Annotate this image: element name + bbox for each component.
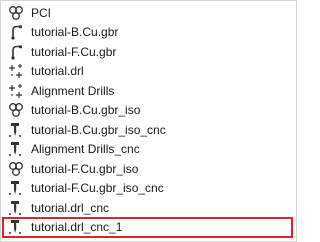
geometry-icon [8,5,24,21]
list-item[interactable]: Alignment Drills [1,81,296,101]
excellon-icon [8,83,24,99]
list-item-label: tutorial-F.Cu.gbr [31,44,117,59]
list-item[interactable]: tutorial.drl [1,62,296,82]
list-item-selected[interactable]: tutorial.drl_cnc_1 [2,216,293,238]
geometry-icon [8,161,24,177]
list-item[interactable]: tutorial.drl_cnc [1,198,296,218]
list-item[interactable]: Alignment Drills_cnc [1,140,296,160]
list-item[interactable]: tutorial-B.Cu.gbr [1,23,296,43]
list-item-label: tutorial.drl_cnc_1 [31,220,123,235]
cnc-icon [8,200,24,216]
project-tree-panel: PCI tutorial-B.Cu.gbr tutorial-F.Cu.gbr … [0,0,297,242]
list-item-label: tutorial.drl [31,64,84,79]
cnc-icon [8,180,24,196]
list-item-label: PCI [31,5,52,20]
list-item[interactable]: tutorial-B.Cu.gbr_iso [1,101,296,121]
list-item-label: tutorial-F.Cu.gbr_iso_cnc [31,181,164,196]
list-item[interactable]: PCI [1,3,296,23]
list-item-label: tutorial-F.Cu.gbr_iso [31,161,139,176]
gerber-icon [8,24,24,40]
list-item[interactable]: tutorial-F.Cu.gbr [1,42,296,62]
list-item-label: tutorial-B.Cu.gbr_iso [31,103,141,118]
cnc-icon [8,141,24,157]
geometry-icon [8,102,24,118]
project-object-list: PCI tutorial-B.Cu.gbr tutorial-F.Cu.gbr … [1,3,296,238]
list-item-label: tutorial-B.Cu.gbr_iso_cnc [31,122,166,137]
list-item[interactable]: tutorial-B.Cu.gbr_iso_cnc [1,120,296,140]
list-item-label: Alignment Drills [31,83,115,98]
list-item-label: Alignment Drills_cnc [31,142,140,157]
excellon-icon [8,63,24,79]
cnc-icon [8,219,24,235]
list-item-label: tutorial.drl_cnc [31,200,110,215]
list-item[interactable]: tutorial-F.Cu.gbr_iso [1,159,296,179]
list-item[interactable]: tutorial-F.Cu.gbr_iso_cnc [1,179,296,199]
gerber-icon [8,44,24,60]
cnc-icon [8,122,24,138]
list-item-label: tutorial-B.Cu.gbr [31,25,119,40]
